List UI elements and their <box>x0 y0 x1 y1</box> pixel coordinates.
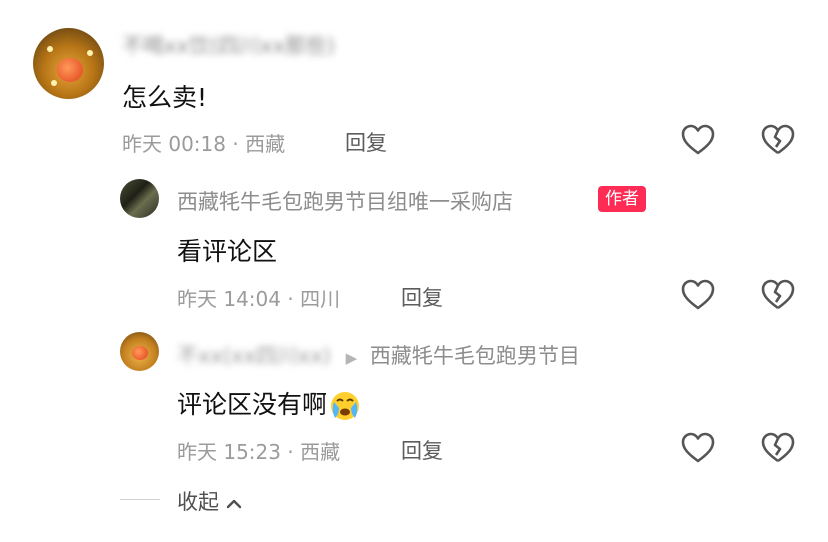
reply-time: 昨天 15:23 <box>177 440 281 464</box>
comment-time: 昨天 00:18 <box>122 132 226 156</box>
meta-separator: · <box>281 287 301 311</box>
collapse-label: 收起 <box>177 490 219 514</box>
collapse-divider <box>120 499 160 500</box>
meta-separator: · <box>281 440 301 464</box>
reply-to-username[interactable]: 西藏牦牛毛包跑男节目 <box>370 344 580 368</box>
reply-button[interactable]: 回复 <box>345 127 387 157</box>
comment-text: 怎么卖! <box>122 83 208 112</box>
heart-icon[interactable] <box>681 432 715 464</box>
collapse-button[interactable]: 收起 <box>177 486 242 516</box>
author-badge: 作者 <box>598 186 646 212</box>
reply-arrow-icon: ▶ <box>345 349 358 367</box>
broken-heart-icon[interactable] <box>761 432 795 464</box>
meta-separator: · <box>226 132 246 156</box>
reply-meta: 昨天 15:23 · 西藏 <box>177 436 340 465</box>
heart-icon[interactable] <box>681 279 715 311</box>
heart-icon[interactable] <box>681 124 715 156</box>
avatar[interactable] <box>33 28 104 99</box>
comment-meta: 昨天 00:18 · 西藏 <box>122 128 285 157</box>
reply-location: 四川 <box>300 287 341 311</box>
reply-text-body: 评论区没有啊 <box>177 390 328 419</box>
crying-face-emoji <box>331 392 360 420</box>
comment-username[interactable]: 不喝xx饮(四川xx那些) <box>122 30 335 60</box>
avatar[interactable] <box>120 332 159 371</box>
broken-heart-icon[interactable] <box>761 279 795 311</box>
chevron-up-icon <box>226 491 242 515</box>
reply-location: 西藏 <box>300 440 341 464</box>
comment-location: 西藏 <box>245 132 286 156</box>
reply-button[interactable]: 回复 <box>401 435 443 465</box>
reply-button[interactable]: 回复 <box>401 282 443 312</box>
reply-text: 看评论区 <box>177 237 278 266</box>
reply-username[interactable]: 不xx(xx四川xx) <box>177 340 331 370</box>
reply-username[interactable]: 西藏牦牛毛包跑男节目组唯一采购店 <box>177 186 513 216</box>
reply-text: 评论区没有啊 <box>177 385 361 422</box>
broken-heart-icon[interactable] <box>761 124 795 156</box>
avatar[interactable] <box>120 179 159 218</box>
reply-meta: 昨天 14:04 · 四川 <box>177 283 340 312</box>
reply-header: 不xx(xx四川xx) ▶ 西藏牦牛毛包跑男节目 <box>177 340 580 370</box>
reply-time: 昨天 14:04 <box>177 287 281 311</box>
